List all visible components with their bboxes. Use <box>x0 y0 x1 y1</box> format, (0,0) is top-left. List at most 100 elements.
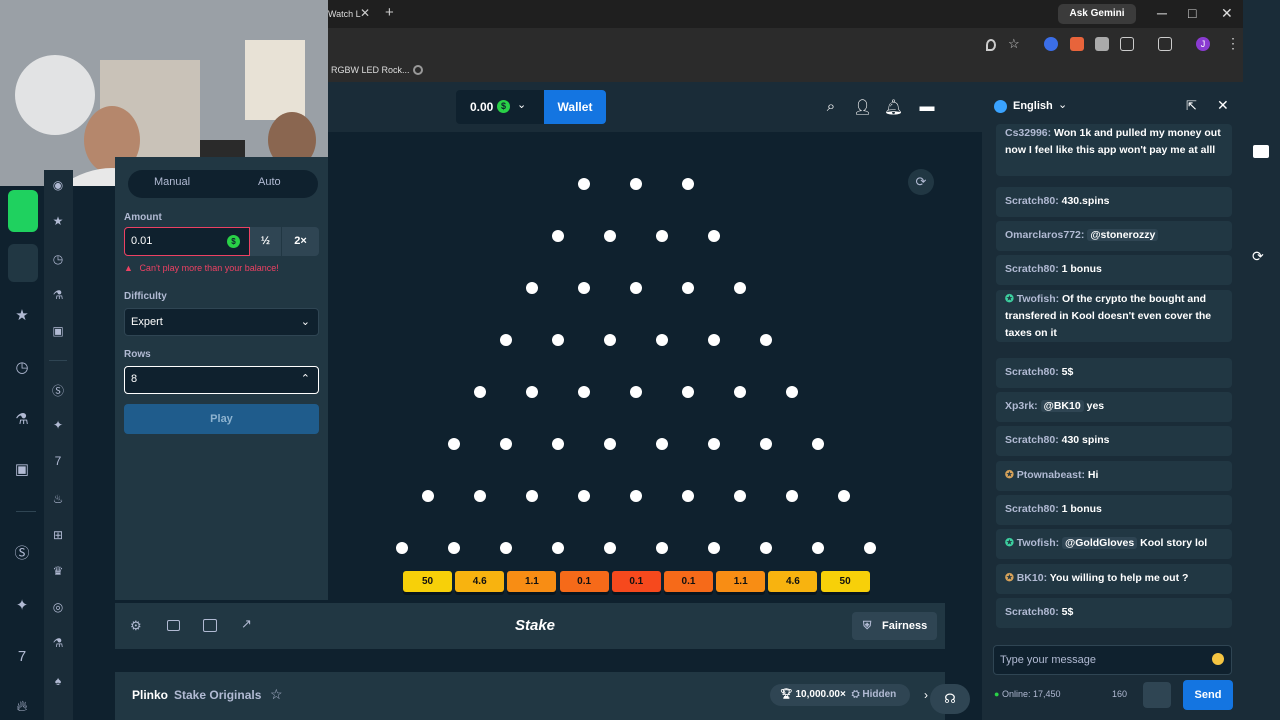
favorites-star-icon[interactable]: ★ <box>12 306 32 324</box>
popout-icon[interactable]: ↗ <box>241 616 252 632</box>
user-icon[interactable]: 👤︎ <box>853 98 872 116</box>
chat-username[interactable]: Scratch80: <box>1005 606 1062 618</box>
challenges-flask-icon[interactable]: ⚗ <box>12 410 32 428</box>
chat-message: ✪ BK10: You willing to help me out ? <box>996 564 1232 594</box>
extension-icon[interactable] <box>1070 37 1084 51</box>
slots-icon[interactable]: 7 <box>12 648 32 665</box>
popout-chat-icon[interactable]: ⇱ <box>1186 98 1197 114</box>
chat-username[interactable]: Ptownabeast: <box>1017 469 1088 481</box>
extension-icon[interactable] <box>1044 37 1058 51</box>
crown-icon[interactable]: ♛ <box>48 564 68 578</box>
peg <box>656 230 668 242</box>
recent-clock-icon[interactable]: ◷ <box>48 252 68 266</box>
half-bet-button[interactable]: ½ <box>250 227 281 256</box>
minimize-button[interactable]: ─ <box>1157 5 1167 21</box>
game-provider[interactable]: Stake Originals <box>174 688 261 702</box>
ask-gemini-button[interactable]: Ask Gemini <box>1058 4 1136 24</box>
close-chat-icon[interactable]: ✕ <box>1217 97 1229 114</box>
chat-username[interactable]: Twofish: <box>1017 537 1062 549</box>
exclusives-sparkle-icon[interactable]: ✦ <box>12 596 32 614</box>
chat-username[interactable]: Omarclaros772: <box>1005 229 1087 241</box>
tab-search-icon[interactable] <box>1158 37 1172 51</box>
right-rail: ⟳ <box>1243 0 1280 720</box>
chevron-down-icon[interactable]: ⌄ <box>517 98 526 111</box>
chat-text: 5$ <box>1061 366 1074 378</box>
support-headset-icon[interactable]: ☊ <box>930 684 970 714</box>
tab-manual[interactable]: Manual <box>154 176 190 188</box>
new-tab-button[interactable]: + <box>385 4 394 21</box>
rows-select[interactable]: 8 ⌃ <box>124 366 319 394</box>
chat-rules-icon[interactable] <box>1143 682 1171 708</box>
tab-auto[interactable]: Auto <box>258 176 281 188</box>
settings-gear-icon[interactable]: ⚙ <box>130 618 142 634</box>
record-badge[interactable]: 🏆︎ 10,000.00× ⛭ Hidden <box>770 684 910 706</box>
favorite-star-icon[interactable]: ☆ <box>270 686 283 703</box>
game-shows-icon[interactable]: ⚗ <box>48 636 68 650</box>
peg <box>682 490 694 502</box>
chat-username[interactable]: Cs32996: <box>1005 127 1054 139</box>
notifications-bell-icon[interactable]: 🔔︎ <box>884 98 903 116</box>
favorites-star-icon[interactable]: ★ <box>48 214 68 228</box>
send-button[interactable]: Send <box>1183 680 1233 710</box>
bookmark-star-icon[interactable]: ☆ <box>1008 36 1022 51</box>
close-window-button[interactable]: ✕ <box>1221 5 1233 22</box>
fairness-button[interactable]: ⛨ Fairness <box>852 612 937 640</box>
challenges-flask-icon[interactable]: ⚗ <box>48 288 68 302</box>
chat-username[interactable]: Scratch80: <box>1005 263 1062 275</box>
extension-icon[interactable] <box>1095 37 1109 51</box>
wallet-button[interactable]: Wallet <box>544 90 606 124</box>
gift-icon[interactable]: ⊞ <box>48 528 68 542</box>
theatre-mode-icon[interactable] <box>167 620 180 631</box>
slots-icon[interactable]: 7 <box>48 454 68 468</box>
poker-icon[interactable]: ♠ <box>48 674 68 688</box>
casino-icon[interactable]: ◉ <box>48 178 68 192</box>
peg <box>630 490 642 502</box>
language-select[interactable]: English <box>1013 100 1053 112</box>
profile-avatar[interactable]: J <box>1196 37 1210 51</box>
bets-ticket-icon[interactable]: ▣ <box>48 324 68 338</box>
chevron-right-icon[interactable]: › <box>924 688 928 702</box>
chat-username[interactable]: Scratch80: <box>1005 366 1062 378</box>
bets-ticket-icon[interactable]: ▣ <box>12 460 32 478</box>
hot-flame-icon[interactable]: ♨ <box>48 492 68 506</box>
extensions-puzzle-icon[interactable] <box>1120 37 1134 51</box>
chat-username[interactable]: Xp3rk: <box>1005 400 1041 412</box>
casino-chip-icon[interactable] <box>8 244 38 282</box>
chat-message: ✪ Ptownabeast: Hi <box>996 461 1232 491</box>
chat-bubble-icon[interactable]: ▬ <box>918 98 936 116</box>
hot-flame-icon[interactable]: 🔥︎ <box>12 698 32 715</box>
search-icon[interactable]: ⌕ <box>822 98 840 116</box>
live-stats-icon[interactable]: ⟳ <box>908 169 934 195</box>
chat-username[interactable]: Scratch80: <box>1005 434 1062 446</box>
browser-tab[interactable]: Watch L <box>328 0 378 28</box>
chat-message-input[interactable]: Type your message <box>993 645 1232 675</box>
recent-clock-icon[interactable]: ◷ <box>12 358 32 376</box>
chat-mention[interactable]: @stonerozzy <box>1087 229 1159 241</box>
chat-mention[interactable]: @BK10 <box>1040 400 1084 412</box>
browser-menu-icon[interactable]: ⋮ <box>1226 35 1240 52</box>
maximize-button[interactable]: □ <box>1188 5 1196 21</box>
peg <box>578 386 590 398</box>
chat-username[interactable]: Twofish: <box>1017 293 1062 305</box>
bookmark-item[interactable]: RGBW LED Rock... <box>331 65 410 75</box>
chat-username[interactable]: BK10: <box>1017 572 1050 584</box>
live-casino-icon[interactable]: ◎ <box>48 600 68 614</box>
chat-username[interactable]: Scratch80: <box>1005 503 1062 515</box>
chevron-down-icon[interactable]: ⌄ <box>1058 98 1067 111</box>
live-stats-icon[interactable]: ⟳ <box>1252 248 1264 265</box>
stake-logo: Stake <box>515 617 556 634</box>
stats-chart-icon[interactable] <box>203 619 217 632</box>
location-icon[interactable] <box>986 39 996 51</box>
sportsbook-app-icon[interactable] <box>8 190 38 232</box>
play-button[interactable]: Play <box>124 404 319 434</box>
double-bet-button[interactable]: 2× <box>281 227 319 256</box>
emoji-icon[interactable] <box>1212 653 1224 665</box>
stake-originals-icon[interactable]: Ⓢ <box>12 542 32 563</box>
tab-close-icon[interactable]: ✕ <box>360 6 370 20</box>
chat-mention[interactable]: @GoldGloves <box>1062 537 1138 549</box>
stake-originals-icon[interactable]: Ⓢ <box>48 382 68 399</box>
chat-username[interactable]: Scratch80: <box>1005 195 1062 207</box>
exclusives-sparkle-icon[interactable]: ✦ <box>48 418 68 432</box>
chat-toggle-icon[interactable] <box>1253 145 1269 158</box>
difficulty-select[interactable]: Expert ⌄ <box>124 308 319 336</box>
